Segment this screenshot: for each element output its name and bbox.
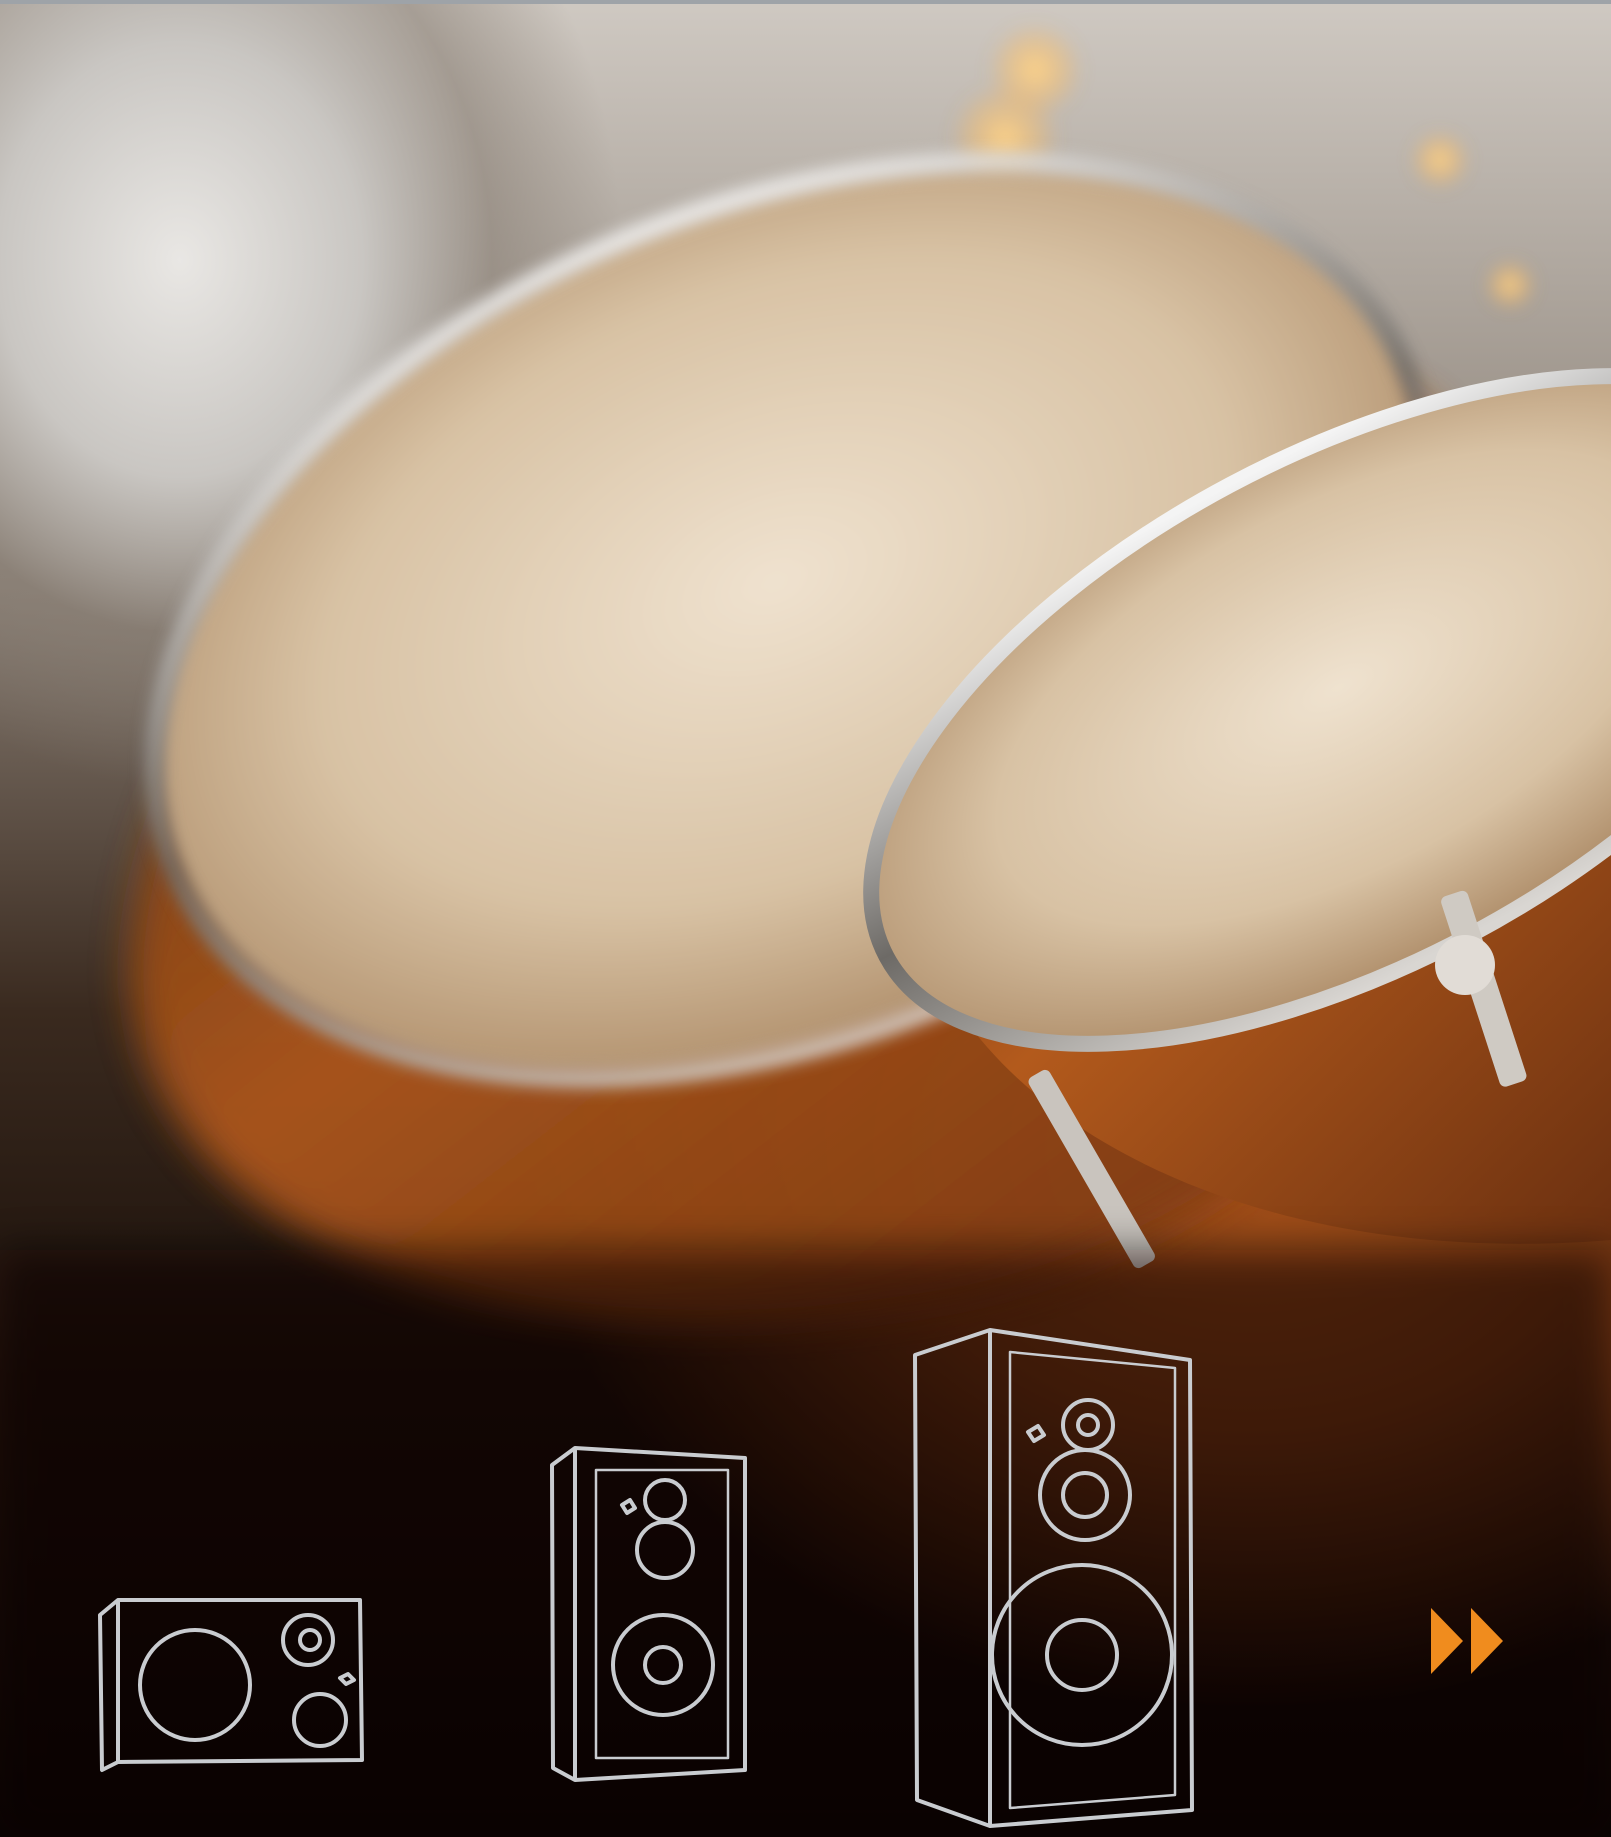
photo-page xyxy=(0,0,1611,1837)
drum-photo xyxy=(0,22,1611,1837)
fast-forward-icon xyxy=(1430,1608,1503,1674)
next-button[interactable] xyxy=(1420,1605,1515,1677)
